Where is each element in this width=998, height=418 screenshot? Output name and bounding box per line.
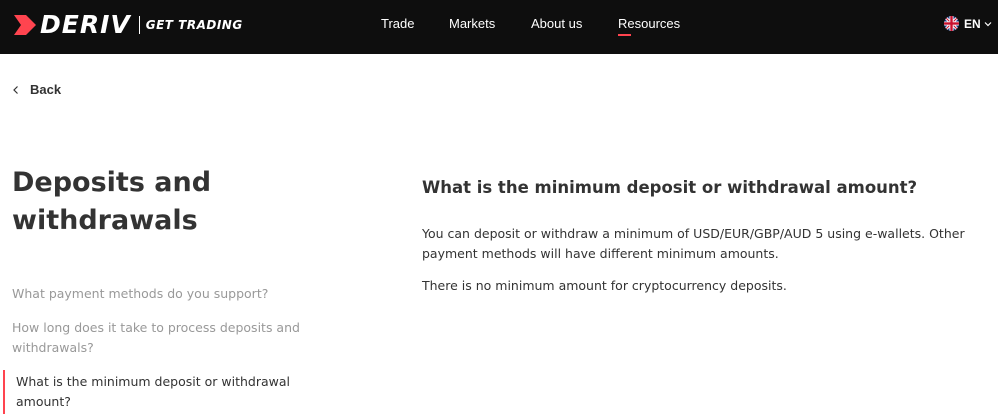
top-navbar: DERIV GET TRADING Trade Markets About us… <box>0 0 998 54</box>
deriv-logo-mark-icon <box>14 15 36 35</box>
deriv-logo[interactable]: DERIV GET TRADING <box>12 12 243 38</box>
chevron-down-icon <box>984 21 992 26</box>
logo-divider <box>138 16 140 34</box>
faq-item-minimum-amount[interactable]: What is the minimum deposit or withdrawa… <box>16 372 306 412</box>
back-link[interactable]: Back <box>12 82 61 97</box>
uk-flag-icon <box>944 16 959 31</box>
question-heading: What is the minimum deposit or withdrawa… <box>422 178 918 197</box>
logo-wordmark: DERIV <box>40 10 131 39</box>
page-title: Deposits and withdrawals <box>12 167 212 236</box>
nav-item-resources[interactable]: Resources <box>618 16 680 31</box>
nav-active-indicator <box>618 34 631 36</box>
faq-item-processing-time[interactable]: How long does it take to process deposit… <box>12 318 302 358</box>
nav-item-trade[interactable]: Trade <box>381 16 414 31</box>
faq-item-payment-methods[interactable]: What payment methods do you support? <box>12 284 302 304</box>
answer-paragraph: There is no minimum amount for cryptocur… <box>422 278 787 293</box>
nav-item-markets[interactable]: Markets <box>449 16 495 31</box>
active-item-indicator <box>3 370 5 414</box>
back-label: Back <box>30 82 62 97</box>
language-label: EN <box>964 16 981 31</box>
answer-paragraph: You can deposit or withdraw a minimum of… <box>422 226 965 261</box>
nav-item-about-us[interactable]: About us <box>531 16 582 31</box>
chevron-left-icon <box>13 85 18 94</box>
language-selector[interactable]: EN <box>944 16 992 31</box>
logo-tagline: GET TRADING <box>145 18 243 32</box>
